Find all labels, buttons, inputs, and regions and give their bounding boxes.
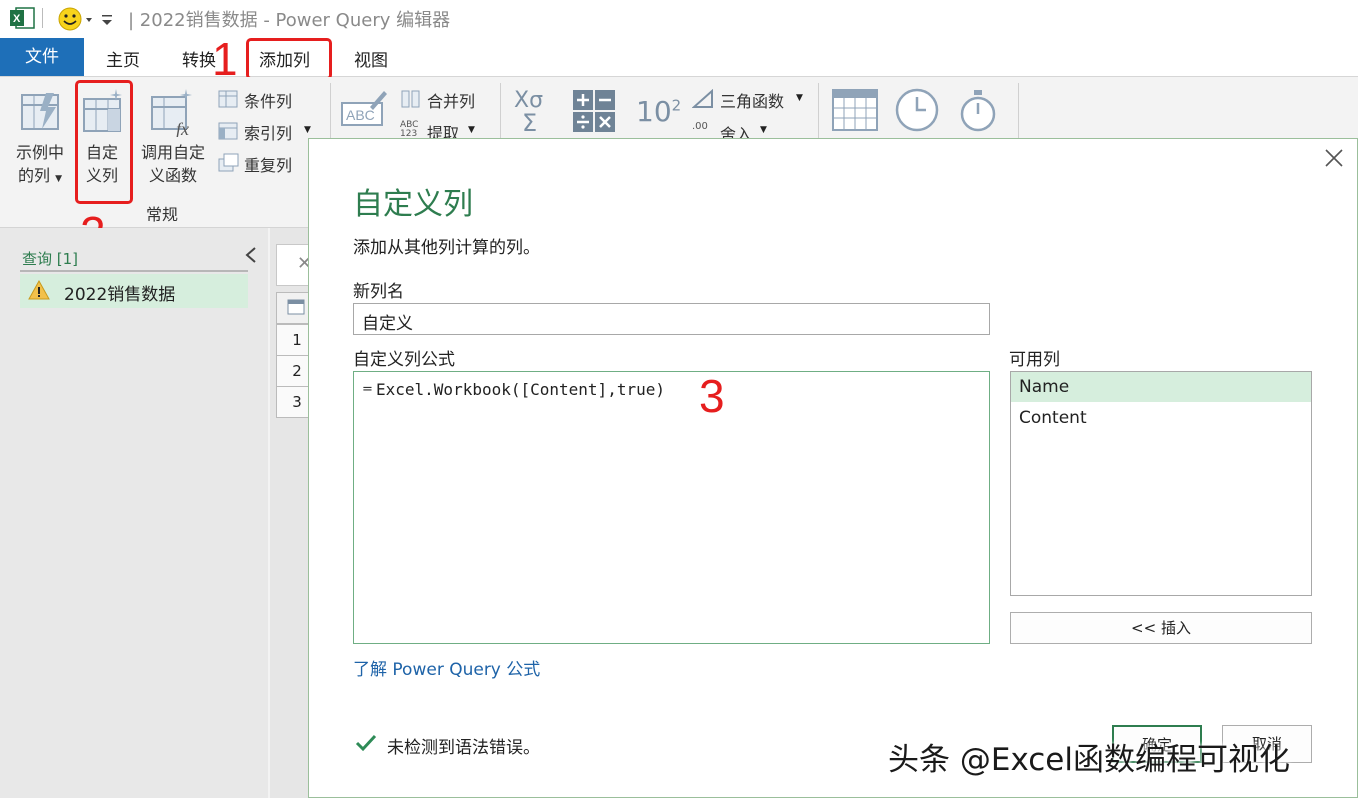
invoke-function-icon: fx [148,87,198,141]
conditional-column-icon [218,89,240,113]
scientific-button[interactable]: 102 [636,95,681,128]
learn-formulas-link[interactable]: 了解 Power Query 公式 [353,655,540,680]
invoke-function-label-2: 义函数 [148,166,197,185]
formula-label: 自定义列公式 [353,350,455,370]
invoke-custom-function-button[interactable]: fx 调用自定 义函数 [134,85,212,195]
duplicate-column-icon [218,153,240,177]
available-columns-label: 可用列 [1009,350,1060,370]
trigonometry-label: 三角函数 [720,92,785,111]
scientific-superscript: 2 [671,96,682,115]
tab-add-column[interactable]: 添加列 [259,46,310,71]
close-icon[interactable] [1323,147,1345,173]
new-column-name-value: 自定义 [362,314,413,334]
ribbon-tab-bar: 文件 主页 转换 1 添加列 视图 [0,33,1358,85]
statistics-icon[interactable]: Xσ Σ [512,87,556,139]
insert-button[interactable]: << 插入 [1010,612,1312,644]
chevron-down-icon: ▼ [468,125,475,135]
custom-column-highlight [75,80,133,204]
available-column-item[interactable]: Content [1011,403,1311,433]
watermark: 头条 @Excel函数编程可视化 [888,742,1290,778]
dialog-title: 自定义列 [353,187,473,222]
duration-icon[interactable] [958,89,998,137]
chevron-down-icon: ▼ [304,125,311,135]
annotation-step-3: 3 [699,370,725,422]
standard-math-icon[interactable] [572,89,616,137]
tab-view[interactable]: 视图 [354,46,388,71]
query-item[interactable]: 2022销售数据 [20,274,248,308]
date-icon[interactable] [832,89,878,135]
merge-columns-icon [400,89,422,113]
svg-text:ABC: ABC [346,107,375,123]
column-from-examples-icon [20,89,64,137]
extract-icon: ABC 123 [400,120,419,139]
svg-text:X: X [13,13,21,25]
svg-text:Σ: Σ [522,109,537,135]
column-from-examples-label-2: 的列 [17,166,50,185]
column-from-examples-button[interactable]: 示例中 的列 ▼ [8,85,72,195]
conditional-column-label: 条件列 [244,92,293,111]
collapse-pane-icon[interactable] [244,246,258,268]
data-grid-area: ✕ 1 2 3 [270,228,318,798]
table-icon [287,299,305,319]
query-name: 2022销售数据 [64,285,176,305]
merge-columns-label: 合并列 [427,92,476,111]
rounding-button[interactable]: .00 舍入 ▼ [692,119,782,139]
rounding-icon: .00 [692,121,708,132]
smiley-feedback-icon[interactable] [58,6,98,32]
custom-column-dialog: 自定义列 添加从其他列计算的列。 新列名 自定义 自定义列公式 = Excel.… [308,138,1358,798]
conditional-column-button[interactable]: 条件列 [218,87,308,111]
formula-prefix: = [362,382,373,397]
warning-icon [28,279,50,304]
chevron-down-icon: ▼ [796,93,803,103]
window-title: | 2022销售数据 - Power Query 编辑器 [128,10,451,31]
tab-file[interactable]: 文件 [0,38,84,76]
queries-header: 查询 [1] [22,250,79,268]
index-column-label: 索引列 [244,124,293,143]
index-column-icon [218,121,240,145]
available-columns-list: Name Content [1010,371,1312,596]
rounding-label: 舍入 [720,125,753,139]
syntax-status: 未检测到语法错误。 [387,738,540,758]
general-group-label: 常规 [146,205,179,224]
excel-logo-icon: X [10,6,36,30]
title-bar: X | 2022销售数据 - Power Query 编辑器 [0,0,1358,38]
formula-text: Excel.Workbook([Content],true) [376,380,665,399]
chevron-down-icon: ▼ [55,174,63,184]
formula-editor[interactable]: = Excel.Workbook([Content],true) [353,371,990,644]
svg-text:fx: fx [176,119,189,137]
tab-transform[interactable]: 转换 [182,46,216,71]
invoke-function-label-1: 调用自定 [140,143,205,162]
merge-columns-button[interactable]: 合并列 [400,87,486,111]
chevron-down-icon: ▼ [760,125,767,135]
new-column-name-label: 新列名 [353,282,404,302]
quick-access-dropdown-icon[interactable] [100,12,114,28]
format-text-icon[interactable]: ABC [340,87,388,135]
triangle-icon [691,88,714,113]
available-column-item[interactable]: Name [1011,372,1311,402]
column-from-examples-label-1: 示例中 [15,143,64,162]
duplicate-column-button[interactable]: 重复列 [218,151,308,175]
time-icon[interactable] [894,87,940,137]
duplicate-column-label: 重复列 [244,156,293,175]
trigonometry-button[interactable]: 三角函数 ▼ [691,87,808,113]
dialog-subtitle: 添加从其他列计算的列。 [353,238,540,258]
scientific-label: 10 [636,95,672,128]
queries-pane: 查询 [1] 2022销售数据 [0,228,268,798]
tab-home[interactable]: 主页 [106,46,140,71]
checkmark-icon [355,733,377,757]
new-column-name-input[interactable]: 自定义 [353,303,990,335]
index-column-button[interactable]: 索引列 ▼ [218,119,318,143]
